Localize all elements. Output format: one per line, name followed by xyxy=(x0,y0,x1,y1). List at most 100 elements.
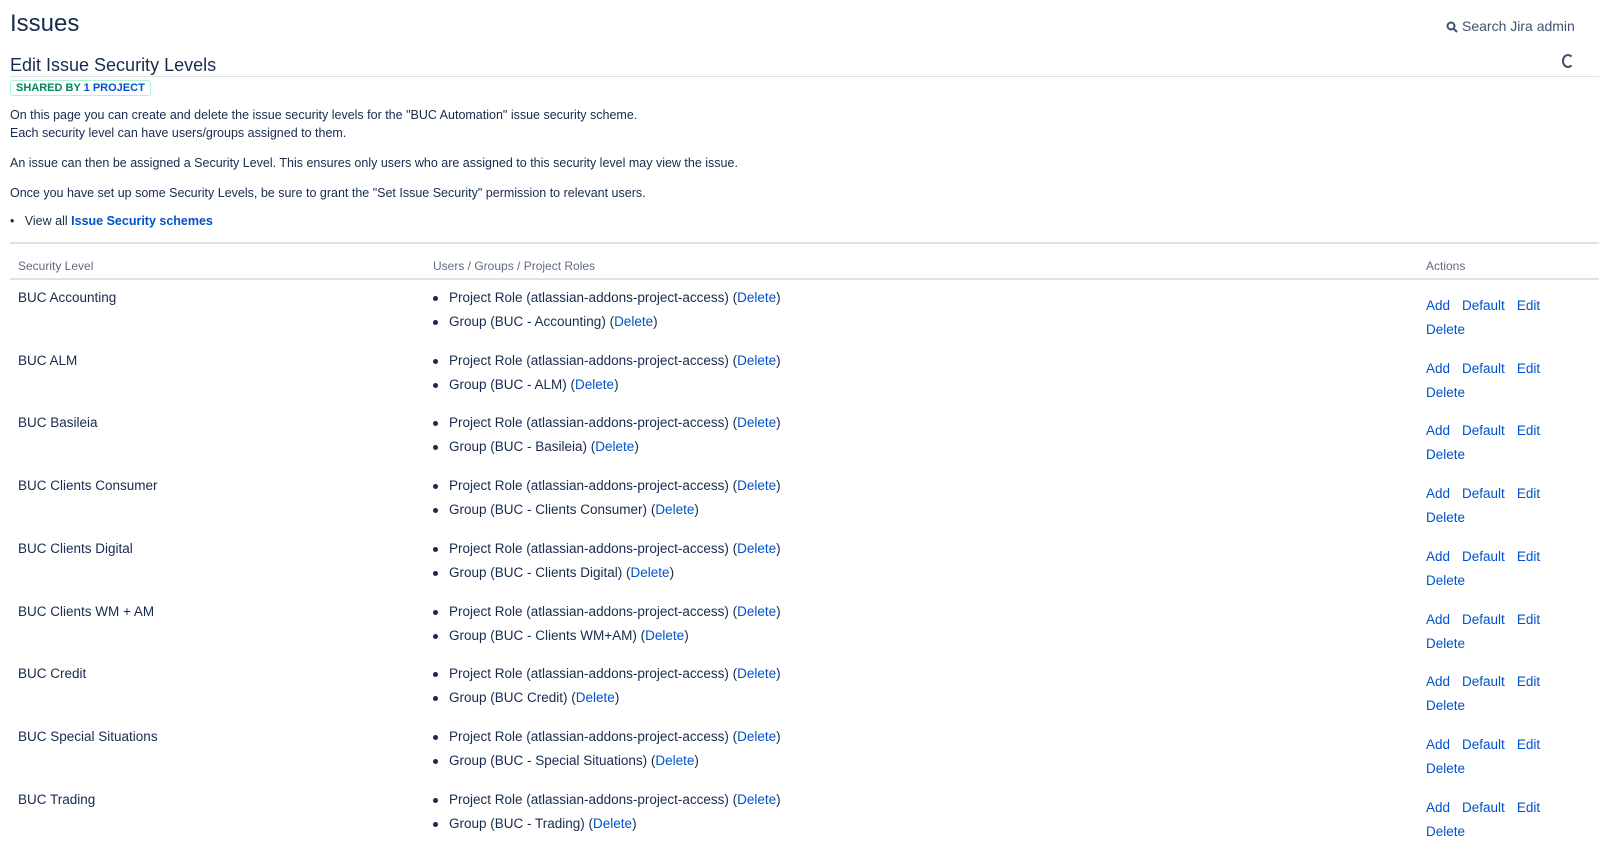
delete-entry-link[interactable]: Delete xyxy=(595,439,634,454)
intro-text-4: Once you have set up some Security Level… xyxy=(10,186,646,200)
entry-item: Group (BUC - Accounting) (Delete) xyxy=(433,314,781,338)
search-label: Search Jira admin xyxy=(1462,18,1575,34)
add-link[interactable]: Add xyxy=(1426,486,1450,501)
entry-item: Project Role (atlassian-addons-project-a… xyxy=(433,353,781,377)
entry-item: Group (BUC - Clients Consumer) (Delete) xyxy=(433,502,781,526)
table-row: BUC Trading Project Role (atlassian-addo… xyxy=(10,792,1599,855)
delete-level-link[interactable]: Delete xyxy=(1426,824,1465,839)
entries-list: Project Role (atlassian-addons-project-a… xyxy=(433,290,781,338)
edit-link[interactable]: Edit xyxy=(1517,800,1540,815)
view-all-item: • View all Issue Security schemes xyxy=(10,214,213,228)
default-link[interactable]: Default xyxy=(1462,298,1505,313)
delete-level-link[interactable]: Delete xyxy=(1426,573,1465,588)
delete-entry-link[interactable]: Delete xyxy=(737,541,776,556)
delete-entry-link[interactable]: Delete xyxy=(631,565,670,580)
table-row: BUC Accounting Project Role (atlassian-a… xyxy=(10,290,1599,353)
delete-entry-link[interactable]: Delete xyxy=(737,353,776,368)
delete-entry-link[interactable]: Delete xyxy=(655,502,694,517)
search-jira-admin[interactable]: Search Jira admin xyxy=(1446,18,1575,34)
delete-entry-link[interactable]: Delete xyxy=(614,314,653,329)
delete-entry-link[interactable]: Delete xyxy=(737,792,776,807)
entry-text: Group (BUC - Trading) xyxy=(449,815,585,831)
delete-entry-link[interactable]: Delete xyxy=(655,753,694,768)
delete-entry-link[interactable]: Delete xyxy=(737,478,776,493)
add-link[interactable]: Add xyxy=(1426,298,1450,313)
delete-entry-link[interactable]: Delete xyxy=(737,290,776,305)
delete-entry-link[interactable]: Delete xyxy=(737,729,776,744)
delete-entry-link[interactable]: Delete xyxy=(593,816,632,831)
delete-level-link[interactable]: Delete xyxy=(1426,322,1465,337)
entry-text: Group (BUC - Clients WM+AM) xyxy=(449,627,637,643)
issue-security-schemes-link[interactable]: Issue Security schemes xyxy=(71,214,213,228)
table-row: BUC Clients WM + AM Project Role (atlass… xyxy=(10,604,1599,667)
delete-level-link[interactable]: Delete xyxy=(1426,636,1465,651)
badge-count[interactable]: 1 PROJECT xyxy=(84,82,145,94)
add-link[interactable]: Add xyxy=(1426,612,1450,627)
edit-link[interactable]: Edit xyxy=(1517,361,1540,376)
edit-link[interactable]: Edit xyxy=(1517,737,1540,752)
delete-entry-link[interactable]: Delete xyxy=(576,690,615,705)
entry-item: Project Role (atlassian-addons-project-a… xyxy=(433,666,781,690)
delete-level-link[interactable]: Delete xyxy=(1426,510,1465,525)
entry-item: Project Role (atlassian-addons-project-a… xyxy=(433,415,781,439)
add-link[interactable]: Add xyxy=(1426,800,1450,815)
row-actions: Add Default Edit Delete xyxy=(1426,294,1566,342)
default-link[interactable]: Default xyxy=(1462,800,1505,815)
default-link[interactable]: Default xyxy=(1462,423,1505,438)
delete-level-link[interactable]: Delete xyxy=(1426,698,1465,713)
entry-text: Project Role (atlassian-addons-project-a… xyxy=(449,415,729,431)
page-title: Issues xyxy=(10,10,80,37)
entry-text: Project Role (atlassian-addons-project-a… xyxy=(449,666,729,682)
default-link[interactable]: Default xyxy=(1462,612,1505,627)
delete-entry-link[interactable]: Delete xyxy=(645,628,684,643)
default-link[interactable]: Default xyxy=(1462,549,1505,564)
entry-text: Group (BUC - Basileia) xyxy=(449,439,588,455)
edit-link[interactable]: Edit xyxy=(1517,549,1540,564)
default-link[interactable]: Default xyxy=(1462,674,1505,689)
entries-list: Project Role (atlassian-addons-project-a… xyxy=(433,541,781,589)
add-link[interactable]: Add xyxy=(1426,549,1450,564)
delete-entry-link[interactable]: Delete xyxy=(737,604,776,619)
edit-link[interactable]: Edit xyxy=(1517,423,1540,438)
security-level-name: BUC ALM xyxy=(18,352,78,368)
header-security-level: Security Level xyxy=(18,259,94,273)
row-actions: Add Default Edit Delete xyxy=(1426,608,1566,656)
entries-list: Project Role (atlassian-addons-project-a… xyxy=(433,666,781,714)
entries-list: Project Role (atlassian-addons-project-a… xyxy=(433,792,781,840)
entry-item: Group (BUC - Basileia) (Delete) xyxy=(433,439,781,463)
add-link[interactable]: Add xyxy=(1426,737,1450,752)
add-link[interactable]: Add xyxy=(1426,423,1450,438)
entry-item: Project Role (atlassian-addons-project-a… xyxy=(433,290,781,314)
edit-link[interactable]: Edit xyxy=(1517,486,1540,501)
entries-list: Project Role (atlassian-addons-project-a… xyxy=(433,604,781,652)
view-all-text: View all xyxy=(24,214,68,228)
entry-text: Project Role (atlassian-addons-project-a… xyxy=(449,290,729,305)
entries-list: Project Role (atlassian-addons-project-a… xyxy=(433,729,781,777)
header-actions: Actions xyxy=(1426,259,1466,273)
edit-link[interactable]: Edit xyxy=(1517,612,1540,627)
default-link[interactable]: Default xyxy=(1462,737,1505,752)
delete-entry-link[interactable]: Delete xyxy=(737,666,776,681)
entry-item: Project Role (atlassian-addons-project-a… xyxy=(433,478,781,502)
badge-prefix: SHARED BY xyxy=(16,82,81,94)
delete-level-link[interactable]: Delete xyxy=(1426,447,1465,462)
delete-entry-link[interactable]: Delete xyxy=(737,415,776,430)
row-actions: Add Default Edit Delete xyxy=(1426,670,1566,718)
add-link[interactable]: Add xyxy=(1426,674,1450,689)
edit-link[interactable]: Edit xyxy=(1517,298,1540,313)
delete-entry-link[interactable]: Delete xyxy=(575,377,614,392)
entry-text: Group (BUC - Special Situations) xyxy=(449,752,648,768)
row-actions: Add Default Edit Delete xyxy=(1426,357,1566,405)
security-levels-table: Security Level Users / Groups / Project … xyxy=(10,242,1599,839)
delete-level-link[interactable]: Delete xyxy=(1426,385,1465,400)
entry-text: Project Role (atlassian-addons-project-a… xyxy=(449,352,729,368)
edit-link[interactable]: Edit xyxy=(1517,674,1540,689)
default-link[interactable]: Default xyxy=(1462,361,1505,376)
security-level-name: BUC Accounting xyxy=(18,290,117,305)
shared-by-badge[interactable]: SHARED BY 1 PROJECT xyxy=(10,80,151,96)
intro-text-1: On this page you can create and delete t… xyxy=(10,108,638,122)
default-link[interactable]: Default xyxy=(1462,486,1505,501)
table-row: BUC Special Situations Project Role (atl… xyxy=(10,729,1599,792)
add-link[interactable]: Add xyxy=(1426,361,1450,376)
delete-level-link[interactable]: Delete xyxy=(1426,761,1465,776)
